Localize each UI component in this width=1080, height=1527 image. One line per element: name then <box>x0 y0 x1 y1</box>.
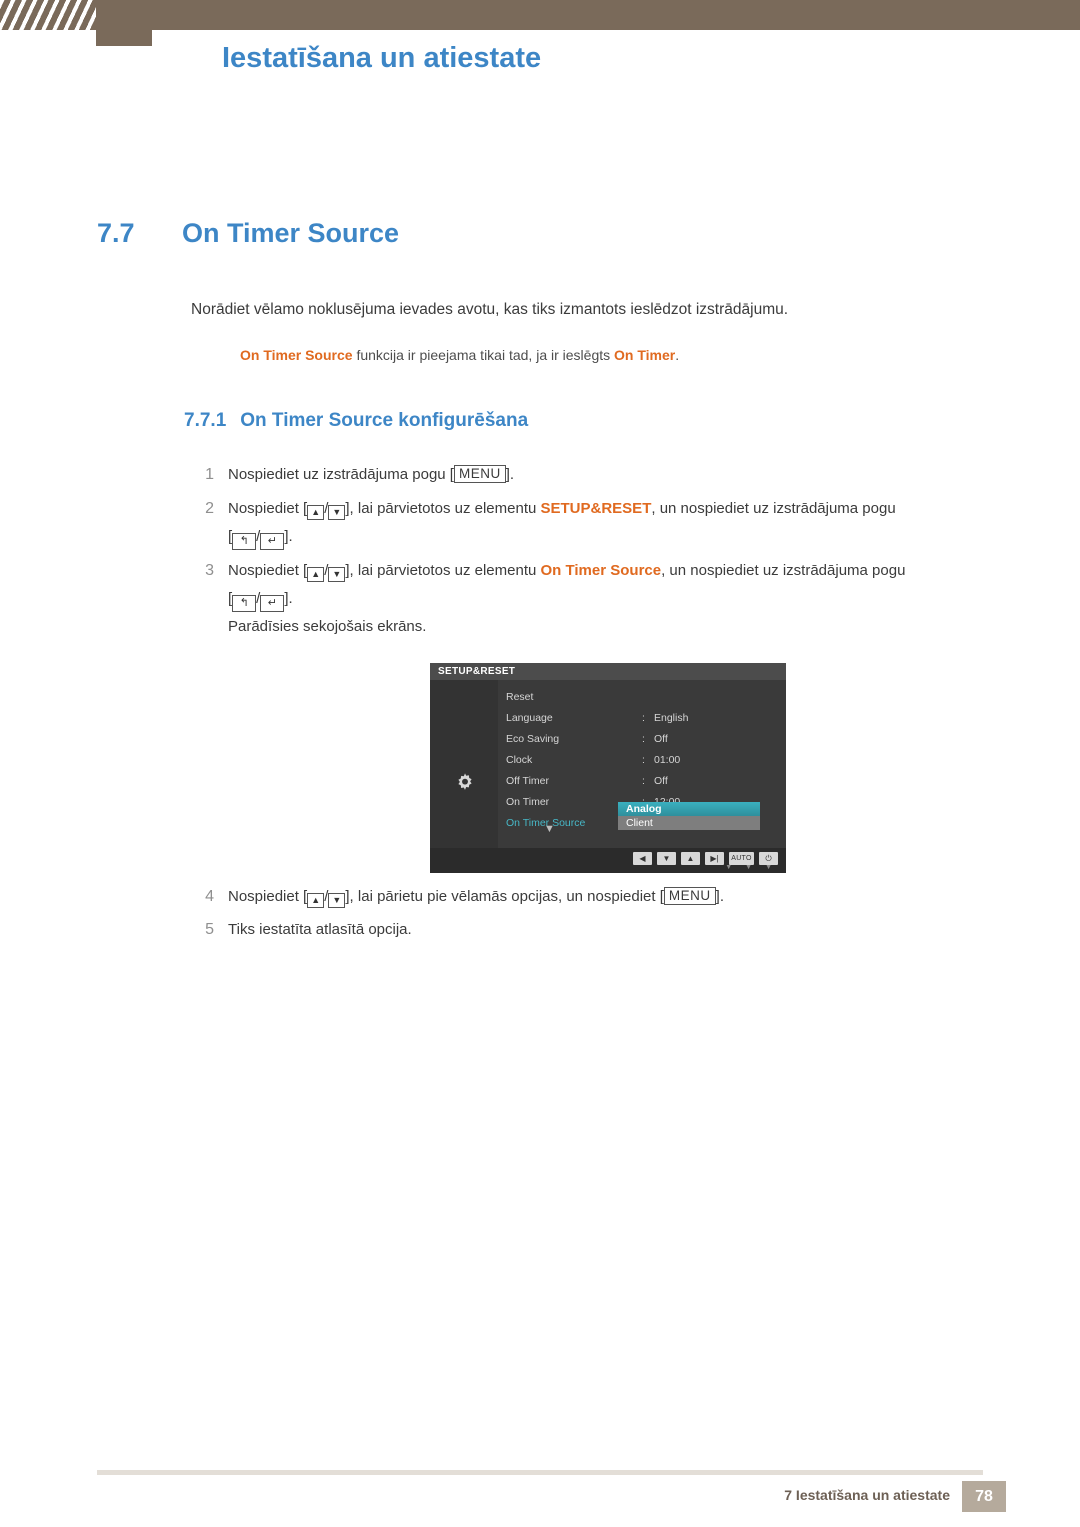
step-3-post: , un nospiediet uz izstrādājuma pogu <box>661 562 906 579</box>
chapter-title: Iestatīšana un atiestate <box>222 42 542 74</box>
subsection-number: 7.7.1 <box>184 410 227 431</box>
osd-row-label: Off Timer <box>506 775 549 787</box>
osd-up-button-icon[interactable]: ▲ <box>681 852 700 865</box>
osd-hint-dot: ▼ <box>765 864 772 871</box>
osd-row[interactable]: Reset <box>506 687 786 708</box>
step-4-mid: ], lai pārietu pie vēlamās opcijas, un n… <box>345 888 664 905</box>
note-highlight-on-timer-source: On Timer Source <box>240 347 353 363</box>
header-tab-marker <box>96 30 152 46</box>
osd-row-colon: : <box>642 775 645 787</box>
osd-button-hint-dots: ▼ ▼ ▼ <box>725 864 772 871</box>
return-key-icon: ↰ <box>232 595 257 612</box>
step-4: 4 Nospiediet [▲ / ▼], lai pārietu pie vēla… <box>205 884 1018 910</box>
step-3-pre: Nospiediet [ <box>228 562 308 579</box>
osd-row-label: Language <box>506 712 553 724</box>
osd-option-client[interactable]: Client <box>618 816 760 830</box>
step-2: 2 Nospiediet [▲ / ▼], lai pārvietotos uz e… <box>205 496 1018 550</box>
down-arrow-key-icon: ▼ <box>328 893 346 908</box>
osd-row[interactable]: Language : English <box>506 708 786 729</box>
step-3-index: 3 <box>205 562 214 579</box>
osd-row-value: 01:00 <box>654 754 681 766</box>
header-hatch-decoration <box>0 0 96 30</box>
osd-row-colon: : <box>642 712 645 724</box>
step-4-post: ]. <box>715 888 724 905</box>
note-end-text: . <box>675 347 680 363</box>
osd-row-label: On Timer <box>506 796 550 808</box>
footer-page-number: 78 <box>962 1481 1006 1512</box>
section-number: 7.7 <box>97 218 135 248</box>
osd-down-button-icon[interactable]: ▼ <box>657 852 676 865</box>
page-header-bar <box>0 0 1080 30</box>
footer-divider <box>97 1470 983 1475</box>
osd-row-label: Reset <box>506 691 534 703</box>
osd-row[interactable]: Clock : 01:00 <box>506 750 786 771</box>
intro-paragraph: Norādiet vēlamo noklusējuma ievades avot… <box>191 301 789 318</box>
step-3-line3: Parādīsies sekojošais ekrāns. <box>228 618 427 635</box>
gear-icon <box>458 773 472 790</box>
step-4-pre: Nospiediet [ <box>228 888 308 905</box>
down-arrow-key-icon: ▼ <box>328 567 346 582</box>
enter-key-icon: ↵ <box>260 595 285 612</box>
osd-option-analog[interactable]: Analog <box>618 802 760 816</box>
note-middle-text: funkcija ir pieejama tikai tad, ja ir ie… <box>352 347 615 363</box>
up-arrow-key-icon: ▲ <box>307 567 325 582</box>
osd-row-value: Off <box>654 775 668 787</box>
step-2-index: 2 <box>205 500 214 517</box>
osd-row-value: English <box>654 712 689 724</box>
osd-row-colon: : <box>642 754 645 766</box>
step-2-line2-post: ]. <box>284 528 293 545</box>
step-2-post: , un nospiediet uz izstrādājuma pogu <box>651 500 896 517</box>
osd-row[interactable]: Off Timer : Off <box>506 771 786 792</box>
step-3: 3 Nospiediet [▲ / ▼], lai pārvietotos uz e… <box>205 558 1028 640</box>
subsection-title: On Timer Source konfigurēšana <box>240 410 529 431</box>
return-key-icon: ↰ <box>232 533 257 550</box>
osd-hint-dot: ▼ <box>725 864 733 871</box>
osd-screenshot: SETUP&RESET Reset Language : English Eco… <box>430 663 786 873</box>
step-1-index: 1 <box>205 466 214 483</box>
subsection-heading: 7.7.1 On Timer Source konfigurēšana <box>184 410 528 432</box>
menu-key-glyph: MENU <box>663 887 716 905</box>
up-arrow-key-icon: ▲ <box>307 505 325 520</box>
osd-row-colon: : <box>642 733 645 745</box>
step-1: 1 Nospiediet uz izstrādājuma pogu [MENU]… <box>205 462 1008 488</box>
osd-source-button-icon[interactable]: ▶| <box>705 852 724 865</box>
step-1-post: ]. <box>505 466 515 483</box>
menu-key-glyph: MENU <box>453 465 506 483</box>
osd-row[interactable]: Eco Saving : Off <box>506 729 786 750</box>
step-5: 5 Tiks iestatīta atlasītā opcija. <box>205 917 828 943</box>
osd-row-label: Eco Saving <box>506 733 560 745</box>
step-3-highlight: On Timer Source <box>540 562 662 579</box>
note-highlight-on-timer: On Timer <box>614 347 676 363</box>
osd-row-label: Clock <box>506 754 533 766</box>
osd-hint-dot: ▼ <box>745 864 753 871</box>
osd-option-popup: Analog Client <box>618 802 760 830</box>
osd-left-button-icon[interactable]: ◀ <box>633 852 652 865</box>
section-title: On Timer Source <box>182 218 400 248</box>
step-5-index: 5 <box>205 921 214 938</box>
step-2-pre: Nospiediet [ <box>228 500 308 517</box>
step-2-highlight: SETUP&RESET <box>540 500 652 517</box>
step-3-mid: ], lai pārvietotos uz elementu <box>345 562 541 579</box>
up-arrow-key-icon: ▲ <box>307 893 325 908</box>
osd-footer-bar: ◀ ▼ ▲ ▶| AUTO ⏻ ▼ ▼ ▼ <box>430 848 786 873</box>
osd-left-column <box>430 680 498 848</box>
step-2-mid: ], lai pārvietotos uz elementu <box>345 500 541 517</box>
step-3-line2-post: ]. <box>284 590 293 607</box>
footer-chapter-label: 7 Iestatīšana un atiestate <box>784 1487 950 1503</box>
step-5-text: Tiks iestatīta atlasītā opcija. <box>228 921 412 938</box>
osd-row-value: Off <box>654 733 668 745</box>
enter-key-icon: ↵ <box>260 533 285 550</box>
note-paragraph: On Timer Source funkcija ir pieejama tik… <box>240 345 980 365</box>
down-arrow-key-icon: ▼ <box>328 505 346 520</box>
osd-title: SETUP&RESET <box>430 663 786 680</box>
step-4-index: 4 <box>205 888 214 905</box>
step-1-pre: Nospiediet uz izstrādājuma pogu [ <box>228 466 454 483</box>
osd-scroll-down-icon[interactable]: ▼ <box>544 823 555 835</box>
